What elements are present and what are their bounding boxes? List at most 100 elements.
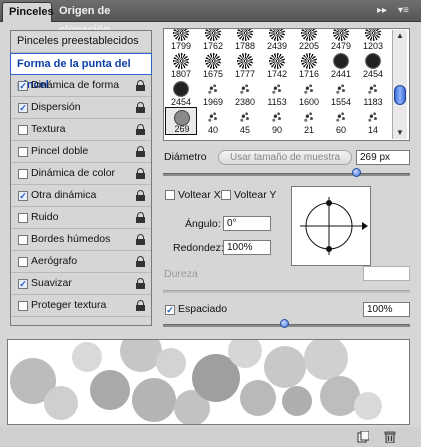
- lock-icon[interactable]: [136, 146, 145, 157]
- brush-swatch-icon: [205, 53, 221, 69]
- tab-pinceles[interactable]: Pinceles: [2, 2, 54, 22]
- brush-preset[interactable]: 40: [197, 107, 229, 135]
- setting-item[interactable]: Pincel doble: [11, 141, 151, 163]
- brush-preset[interactable]: 2454: [165, 79, 197, 107]
- brush-size-label: 2380: [234, 97, 256, 107]
- diameter-label: Diámetro: [164, 151, 207, 163]
- spacing-input[interactable]: 100%: [363, 302, 410, 317]
- brush-stroke-preview: [7, 339, 410, 425]
- brush-size-label: 2441: [330, 69, 352, 79]
- setting-item[interactable]: Aerógrafo: [11, 251, 151, 273]
- brush-preset[interactable]: 45: [229, 107, 261, 135]
- brush-preset[interactable]: 2441: [325, 51, 357, 79]
- setting-item[interactable]: Ruido: [11, 207, 151, 229]
- brush-preset[interactable]: 2205: [293, 29, 325, 51]
- setting-checkbox[interactable]: [18, 169, 28, 179]
- setting-item[interactable]: Textura: [11, 119, 151, 141]
- brush-settings-list: Pinceles preestablecidos Forma de la pun…: [10, 30, 152, 326]
- setting-item[interactable]: Bordes húmedos: [11, 229, 151, 251]
- panel-menu-icon[interactable]: ▾≡: [398, 4, 409, 18]
- setting-checkbox[interactable]: [18, 257, 28, 267]
- brush-preset[interactable]: 21: [293, 107, 325, 135]
- lock-icon[interactable]: [136, 80, 145, 91]
- setting-checkbox[interactable]: [18, 125, 28, 135]
- diameter-slider[interactable]: [163, 173, 410, 176]
- brush-preset[interactable]: 1716: [293, 51, 325, 79]
- setting-checkbox[interactable]: [18, 147, 28, 157]
- brush-tip-shape-item[interactable]: Forma de la punta del pincel: [10, 53, 152, 91]
- brush-preset[interactable]: 1675: [197, 51, 229, 79]
- brush-grid-scrollbar[interactable]: ▲ ▼: [392, 30, 407, 139]
- brush-preset[interactable]: 2380: [229, 79, 261, 107]
- setting-checkbox[interactable]: ✓: [18, 103, 28, 113]
- brush-preset[interactable]: 1203: [357, 29, 389, 51]
- setting-checkbox[interactable]: [18, 235, 28, 245]
- brush-presets-item[interactable]: Pinceles preestablecidos: [11, 31, 151, 53]
- scroll-down-icon[interactable]: ▼: [396, 129, 404, 137]
- setting-checkbox[interactable]: [18, 213, 28, 223]
- lock-icon[interactable]: [136, 278, 145, 289]
- roundness-input[interactable]: 100%: [223, 240, 271, 255]
- brush-size-label: 1600: [298, 97, 320, 107]
- scroll-thumb[interactable]: [394, 85, 406, 105]
- spacing-slider-thumb[interactable]: [280, 319, 290, 328]
- brush-preset[interactable]: 1777: [229, 51, 261, 79]
- setting-checkbox[interactable]: [18, 301, 28, 311]
- brush-preset[interactable]: 269: [165, 107, 197, 135]
- preview-dab: [228, 340, 262, 368]
- brush-preset[interactable]: 1600: [293, 79, 325, 107]
- lock-icon[interactable]: [136, 102, 145, 113]
- brush-preset-grid[interactable]: 1799 1762 1788 2439 2205 2479 1203 1807 1675 1777…: [163, 28, 410, 141]
- brush-preset[interactable]: 1762: [197, 29, 229, 51]
- diameter-slider-thumb[interactable]: [351, 168, 361, 177]
- tab-origen-clonacion[interactable]: Origen de clonación: [53, 2, 161, 36]
- setting-item[interactable]: Proteger textura: [11, 295, 151, 317]
- setting-item[interactable]: ✓ Otra dinámica: [11, 185, 151, 207]
- setting-checkbox[interactable]: ✓: [18, 191, 28, 201]
- scroll-up-icon[interactable]: ▲: [396, 32, 404, 40]
- brush-preset[interactable]: 1799: [165, 29, 197, 51]
- collapse-icon[interactable]: ▸▸: [377, 4, 387, 18]
- setting-checkbox[interactable]: ✓: [18, 81, 28, 91]
- use-sample-size-button[interactable]: Usar tamaño de muestra: [218, 150, 352, 165]
- setting-checkbox[interactable]: ✓: [18, 279, 28, 289]
- setting-item[interactable]: ✓ Suavizar: [11, 273, 151, 295]
- brush-swatch-icon: [269, 29, 285, 41]
- trash-icon[interactable]: [384, 431, 396, 443]
- lock-icon[interactable]: [136, 300, 145, 311]
- brush-preset[interactable]: 1742: [261, 51, 293, 79]
- brush-preset[interactable]: 2479: [325, 29, 357, 51]
- lock-icon[interactable]: [136, 234, 145, 245]
- brush-preset[interactable]: 1969: [197, 79, 229, 107]
- flip-y-checkbox[interactable]: [221, 190, 231, 200]
- setting-item[interactable]: ✓ Dinámica de forma: [11, 75, 151, 97]
- lock-icon[interactable]: [136, 124, 145, 135]
- brush-preset[interactable]: 60: [325, 107, 357, 135]
- brush-preset[interactable]: 90: [261, 107, 293, 135]
- flip-x-checkbox[interactable]: [165, 190, 175, 200]
- brush-size-label: 1777: [234, 69, 256, 79]
- lock-icon[interactable]: [136, 190, 145, 201]
- lock-icon[interactable]: [136, 168, 145, 179]
- brush-preset[interactable]: 2439: [261, 29, 293, 51]
- lock-icon[interactable]: [136, 212, 145, 223]
- brush-preset[interactable]: 1183: [357, 79, 389, 107]
- brush-preset[interactable]: 14: [357, 107, 389, 135]
- brush-size-label: 1807: [170, 69, 192, 79]
- brush-preset[interactable]: 1554: [325, 79, 357, 107]
- brush-preset[interactable]: 2454: [357, 51, 389, 79]
- diameter-input[interactable]: 269 px: [356, 150, 410, 165]
- angle-input[interactable]: 0°: [223, 216, 271, 231]
- brush-swatch-icon: [237, 53, 253, 69]
- lock-icon[interactable]: [136, 256, 145, 267]
- brush-preset[interactable]: 1153: [261, 79, 293, 107]
- brush-swatch-icon: [205, 81, 221, 97]
- setting-item[interactable]: ✓ Dispersión: [11, 97, 151, 119]
- brush-presets-label: Pinceles preestablecidos: [17, 35, 139, 47]
- setting-item[interactable]: Dinámica de color: [11, 163, 151, 185]
- brush-preset[interactable]: 1807: [165, 51, 197, 79]
- brush-preset[interactable]: 1788: [229, 29, 261, 51]
- spacing-checkbox[interactable]: ✓: [165, 305, 175, 315]
- new-brush-icon[interactable]: [357, 431, 369, 443]
- angle-roundness-widget[interactable]: [291, 186, 371, 266]
